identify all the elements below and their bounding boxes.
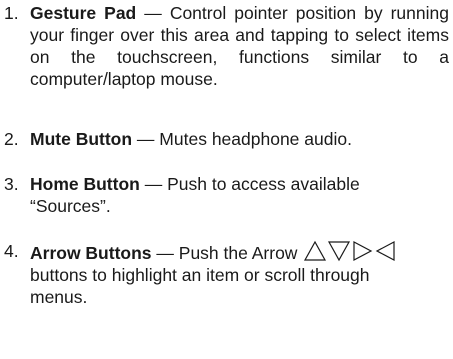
list-item-arrow-buttons: 4. Arrow Buttons — Push the Arrow button… — [0, 240, 453, 310]
item-term: Gesture Pad — [30, 3, 137, 23]
item-text: Mute Button — Mutes headphone audio. — [30, 128, 449, 150]
down-triangle-icon — [328, 241, 351, 262]
item-text: Arrow Buttons — Push the Arrow buttons t… — [30, 240, 413, 308]
up-triangle-icon — [304, 240, 327, 261]
item-number: 3. — [4, 174, 19, 194]
item-text: Home Button — Push to access available “… — [30, 173, 393, 217]
item-text: Gesture Pad — Control pointer position b… — [30, 2, 449, 90]
right-triangle-icon — [353, 241, 373, 261]
arrow-icons — [303, 240, 399, 262]
item-number: 2. — [4, 129, 19, 149]
item-term: Home Button — [30, 174, 140, 194]
instruction-list: 1. Gesture Pad — Control pointer positio… — [0, 0, 453, 359]
item-description-before: Push the Arrow — [178, 243, 298, 263]
item-description-after: buttons to highlight an item or scroll t… — [30, 265, 370, 307]
item-dash: — — [136, 3, 170, 23]
list-item-home-button: 3. Home Button — Push to access availabl… — [0, 173, 453, 219]
item-term: Mute Button — [30, 129, 133, 149]
item-number: 1. — [4, 3, 19, 23]
item-dash: — — [139, 174, 168, 194]
item-dash: — — [151, 243, 179, 263]
item-dash: — — [132, 129, 160, 149]
list-item-gesture-pad: 1. Gesture Pad — Control pointer positio… — [0, 2, 453, 110]
item-number: 4. — [4, 241, 19, 261]
left-triangle-icon — [376, 241, 396, 261]
item-term: Arrow Buttons — [30, 243, 152, 263]
item-description: Mutes headphone audio. — [159, 129, 352, 149]
list-item-mute-button: 2. Mute Button — Mutes headphone audio. — [0, 128, 453, 152]
